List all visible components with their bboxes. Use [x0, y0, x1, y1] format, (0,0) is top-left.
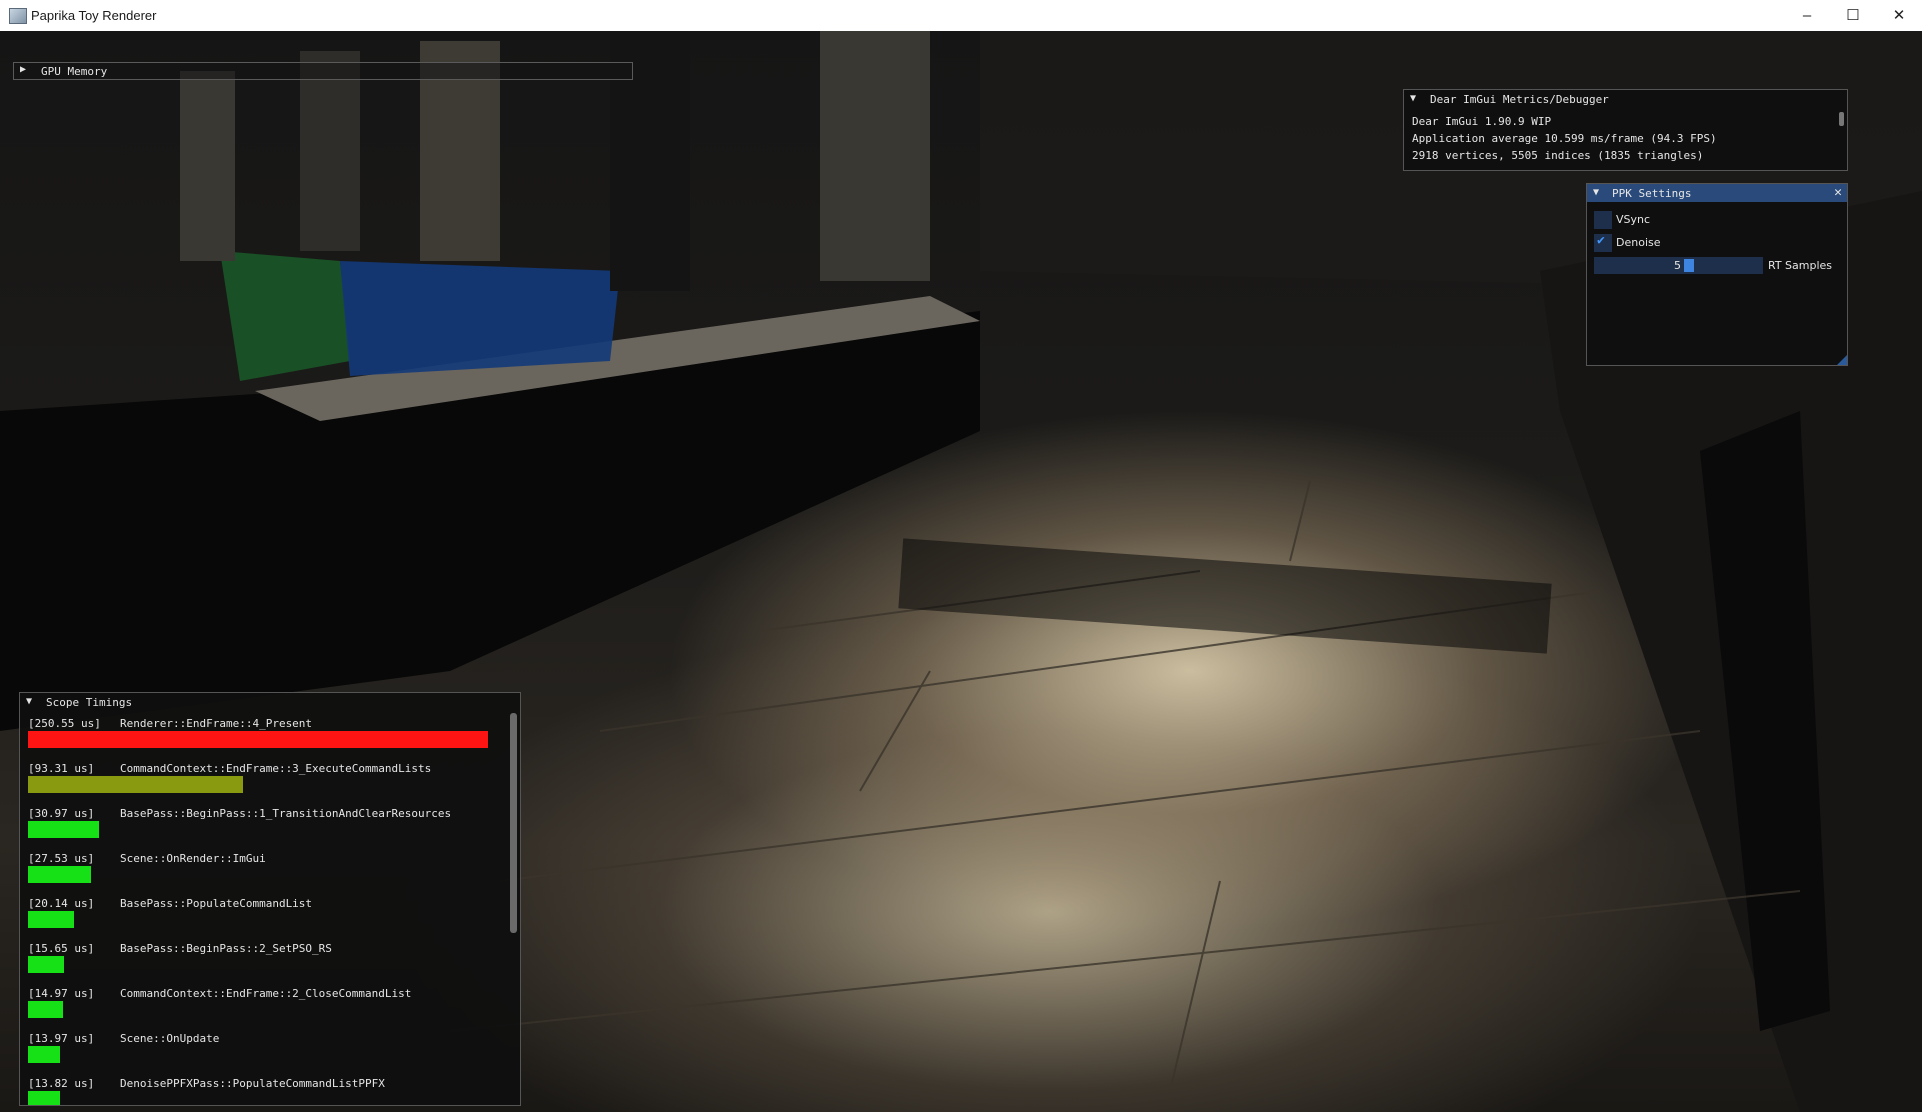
scope-timing-entry: [13.82 us] DenoisePPFXPass::PopulateComma…	[28, 1077, 508, 1105]
rt-samples-slider[interactable]: 5	[1594, 257, 1763, 274]
rt-samples-label: RT Samples	[1768, 259, 1833, 272]
collapse-arrow-icon[interactable]: ▼	[1593, 187, 1599, 198]
scope-timing-entry: [20.14 us] BasePass::PopulateCommandList	[28, 897, 508, 942]
expand-arrow-icon[interactable]: ▶	[20, 64, 26, 75]
gpu-memory-window[interactable]: ▶ GPU Memory	[13, 62, 633, 80]
scope-timing-time: [14.97 us]	[28, 987, 95, 1000]
scope-timing-entry: [14.97 us] CommandContext::EndFrame::2_Cl…	[28, 987, 508, 1032]
denoise-label: Denoise	[1616, 236, 1661, 249]
scope-timing-bar	[28, 866, 91, 883]
app-icon	[9, 8, 27, 24]
collapse-arrow-icon[interactable]: ▼	[1410, 93, 1416, 104]
scope-timing-time: [93.31 us]	[28, 762, 95, 775]
scope-timing-entry: [15.65 us] BasePass::BeginPass::2_SetPSO_…	[28, 942, 508, 987]
scope-timing-entry: [30.97 us] BasePass::BeginPass::1_Transit…	[28, 807, 508, 852]
scope-timing-name: CommandContext::EndFrame::2_CloseCommand…	[120, 987, 412, 1000]
close-button[interactable]: ✕	[1876, 0, 1922, 31]
metrics-scrollbar[interactable]	[1839, 112, 1844, 126]
scope-timing-name: BasePass::BeginPass::1_TransitionAndClea…	[120, 807, 452, 820]
rt-samples-value: 5	[1674, 259, 1681, 272]
scope-timing-name: BasePass::PopulateCommandList	[120, 897, 313, 910]
scope-timing-time: [15.65 us]	[28, 942, 95, 955]
metrics-version-text: Dear ImGui 1.90.9 WIP	[1412, 115, 1552, 128]
scope-timings-title: Scope Timings	[46, 696, 133, 709]
scope-timings-scrollbar[interactable]	[510, 713, 517, 933]
window-title: Paprika Toy Renderer	[31, 8, 157, 23]
scope-timing-name: DenoisePPFXPass::PopulateCommandListPPFX	[120, 1077, 385, 1090]
scope-timing-entry: [250.55 us] Renderer::EndFrame::4_Present	[28, 717, 508, 762]
denoise-checkbox[interactable]: ✔	[1594, 233, 1612, 252]
ppk-settings-window[interactable]: ▼ PPK Settings ✕ VSync ✔ Denoise 5 RT Sa…	[1586, 183, 1848, 366]
scope-timing-name: CommandContext::EndFrame::3_ExecuteComma…	[120, 762, 432, 775]
scope-timing-bar	[28, 1091, 60, 1105]
minimize-button[interactable]: –	[1784, 0, 1830, 31]
scope-timing-name: Scene::OnRender::ImGui	[120, 852, 266, 865]
scope-timing-bar	[28, 1001, 63, 1018]
scope-timings-header[interactable]: ▼ Scope Timings	[20, 693, 520, 711]
slider-grab-handle[interactable]	[1684, 259, 1694, 272]
scope-timing-bar	[28, 776, 243, 793]
scope-timing-entry: [27.53 us] Scene::OnRender::ImGui	[28, 852, 508, 897]
scope-timing-name: Scene::OnUpdate	[120, 1032, 220, 1045]
scope-timing-time: [30.97 us]	[28, 807, 95, 820]
scope-timing-time: [27.53 us]	[28, 852, 95, 865]
scope-timing-time: [13.97 us]	[28, 1032, 95, 1045]
collapse-arrow-icon[interactable]: ▼	[26, 696, 32, 707]
checkmark-icon: ✔	[1597, 233, 1605, 248]
scope-timing-entry: [13.97 us] Scene::OnUpdate	[28, 1032, 508, 1077]
vsync-checkbox[interactable]	[1594, 211, 1612, 229]
scope-timing-time: [13.82 us]	[28, 1077, 95, 1090]
metrics-title: Dear ImGui Metrics/Debugger	[1430, 93, 1609, 106]
scope-timings-window[interactable]: ▼ Scope Timings [250.55 us] Renderer::End…	[19, 692, 521, 1106]
scope-timing-time: [250.55 us]	[28, 717, 101, 730]
metrics-fps-text: Application average 10.599 ms/frame (94.…	[1412, 132, 1717, 145]
gpu-memory-title: GPU Memory	[41, 65, 108, 78]
close-icon[interactable]: ✕	[1834, 185, 1842, 200]
ppk-settings-title: PPK Settings	[1612, 187, 1692, 200]
scope-timing-name: BasePass::BeginPass::2_SetPSO_RS	[120, 942, 332, 955]
scope-timing-time: [20.14 us]	[28, 897, 95, 910]
maximize-button[interactable]: ☐	[1830, 0, 1876, 31]
scope-timing-bar	[28, 731, 488, 748]
ppk-settings-header[interactable]: ▼ PPK Settings ✕	[1587, 184, 1847, 202]
metrics-vertices-text: 2918 vertices, 5505 indices (1835 triang…	[1412, 149, 1704, 162]
scope-timing-bar	[28, 1046, 60, 1063]
metrics-debugger-window[interactable]: ▼ Dear ImGui Metrics/Debugger Dear ImGui…	[1403, 89, 1848, 171]
resize-grip-icon[interactable]	[1837, 355, 1847, 365]
scope-timing-entry: [93.31 us] CommandContext::EndFrame::3_Ex…	[28, 762, 508, 807]
scope-timing-bar	[28, 956, 64, 973]
window-titlebar[interactable]: Paprika Toy Renderer – ☐ ✕	[0, 0, 1922, 32]
metrics-header[interactable]: ▼ Dear ImGui Metrics/Debugger	[1404, 90, 1847, 108]
scope-timing-name: Renderer::EndFrame::4_Present	[120, 717, 313, 730]
scope-timing-bar	[28, 821, 99, 838]
scope-timing-bar	[28, 911, 74, 928]
vsync-label: VSync	[1616, 213, 1651, 226]
